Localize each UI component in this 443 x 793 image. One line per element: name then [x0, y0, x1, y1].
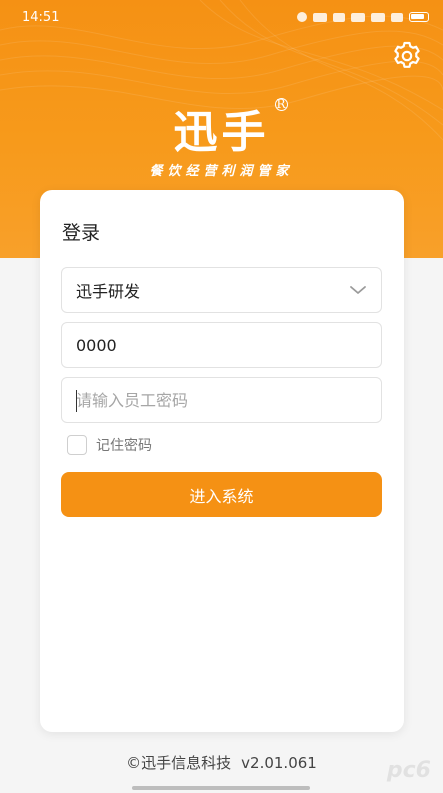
password-field[interactable] — [61, 377, 382, 423]
login-title: 登录 — [62, 222, 101, 244]
battery-icon — [409, 12, 429, 22]
logo: 迅手 R — [0, 96, 443, 160]
copyright-text: ©迅手信息科技 — [126, 754, 232, 772]
hd-icon — [333, 12, 345, 22]
status-time: 14:51 — [22, 9, 60, 25]
signal-icon-2 — [371, 12, 385, 22]
password-input[interactable] — [76, 390, 367, 410]
settings-button[interactable] — [391, 40, 423, 72]
wifi-icon — [391, 12, 403, 22]
enter-system-button[interactable]: 进入系统 — [61, 472, 382, 517]
network-speed-icon — [313, 12, 327, 22]
store-select-value: 迅手研发 — [76, 282, 141, 301]
employee-id-field[interactable] — [61, 322, 382, 368]
slogan: 餐饮经营利润管家 — [149, 164, 294, 179]
alarm-icon — [297, 12, 307, 22]
remember-label: 记住密码 — [96, 438, 152, 454]
version-text: v2.01.061 — [241, 754, 317, 772]
store-select[interactable]: 迅手研发 — [61, 267, 382, 313]
remember-checkbox[interactable] — [67, 435, 87, 455]
logo-text: 迅手 R — [173, 96, 288, 160]
watermark: pc6 — [386, 758, 431, 783]
employee-id-input[interactable] — [76, 335, 367, 355]
remember-password[interactable]: 记住密码 — [67, 435, 152, 455]
signal-icon — [351, 12, 365, 22]
chevron-down-icon — [350, 286, 366, 294]
footer: ©迅手信息科技 v2.01.061 — [0, 752, 443, 773]
registered-mark: R — [274, 97, 288, 111]
status-icons — [297, 12, 429, 22]
logo-wordmark: 迅手 — [173, 107, 270, 158]
home-indicator[interactable] — [132, 786, 310, 790]
gear-icon — [394, 41, 420, 68]
text-caret — [76, 390, 77, 412]
login-card: 登录 迅手研发 记住密码 进入系统 — [40, 190, 404, 732]
status-bar: 14:51 — [0, 0, 443, 34]
